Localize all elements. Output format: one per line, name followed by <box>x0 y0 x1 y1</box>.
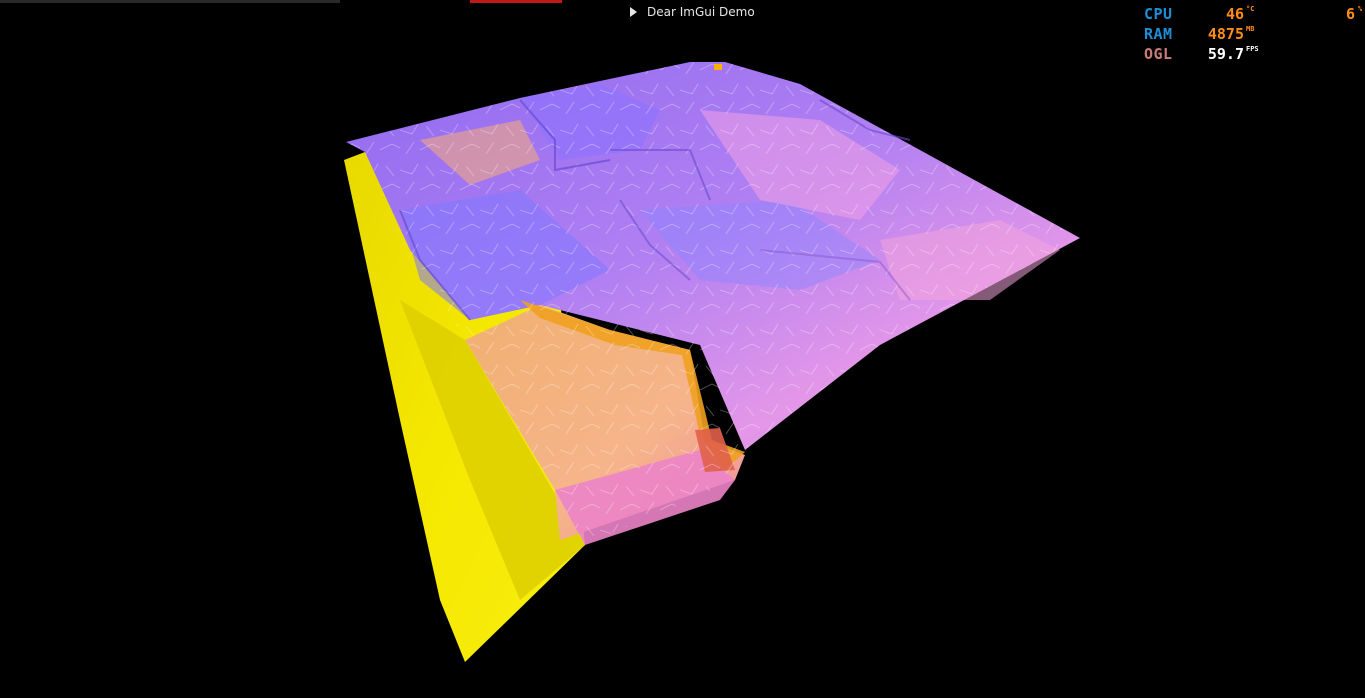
top-strip-red <box>470 0 562 3</box>
ram-label: RAM <box>1144 25 1173 43</box>
imgui-window-title: Dear ImGui Demo <box>647 5 755 19</box>
top-strip-dark <box>0 0 340 3</box>
cpu-load-value: 6 <box>1345 5 1355 23</box>
ram-value: 4875 <box>1207 25 1244 43</box>
cpu-temp-unit: °C <box>1246 5 1255 13</box>
cpu-label: CPU <box>1144 5 1173 23</box>
terrain-mesh <box>344 62 1080 662</box>
fps-value: 59.7 <box>1207 45 1244 63</box>
ogl-label: OGL <box>1144 45 1173 63</box>
cpu-temp-value: 46 <box>1225 5 1244 23</box>
cpu-row: CPU 46 °C 6 % <box>1140 4 1362 24</box>
3d-viewport[interactable]: Dear ImGui Demo CPU 46 °C 6 % RAM 4875 M… <box>0 0 1365 698</box>
ram-unit: MB <box>1246 25 1255 33</box>
fps-unit: FPS <box>1246 45 1259 53</box>
ogl-row: OGL 59.7 FPS <box>1140 44 1362 64</box>
imgui-window-header[interactable]: Dear ImGui Demo <box>620 2 1140 22</box>
cpu-load-unit: % <box>1358 5 1363 13</box>
collapse-arrow-icon[interactable] <box>630 7 637 17</box>
performance-overlay: CPU 46 °C 6 % RAM 4875 MB OGL 59.7 FPS <box>1140 4 1362 64</box>
ram-row: RAM 4875 MB <box>1140 24 1362 44</box>
